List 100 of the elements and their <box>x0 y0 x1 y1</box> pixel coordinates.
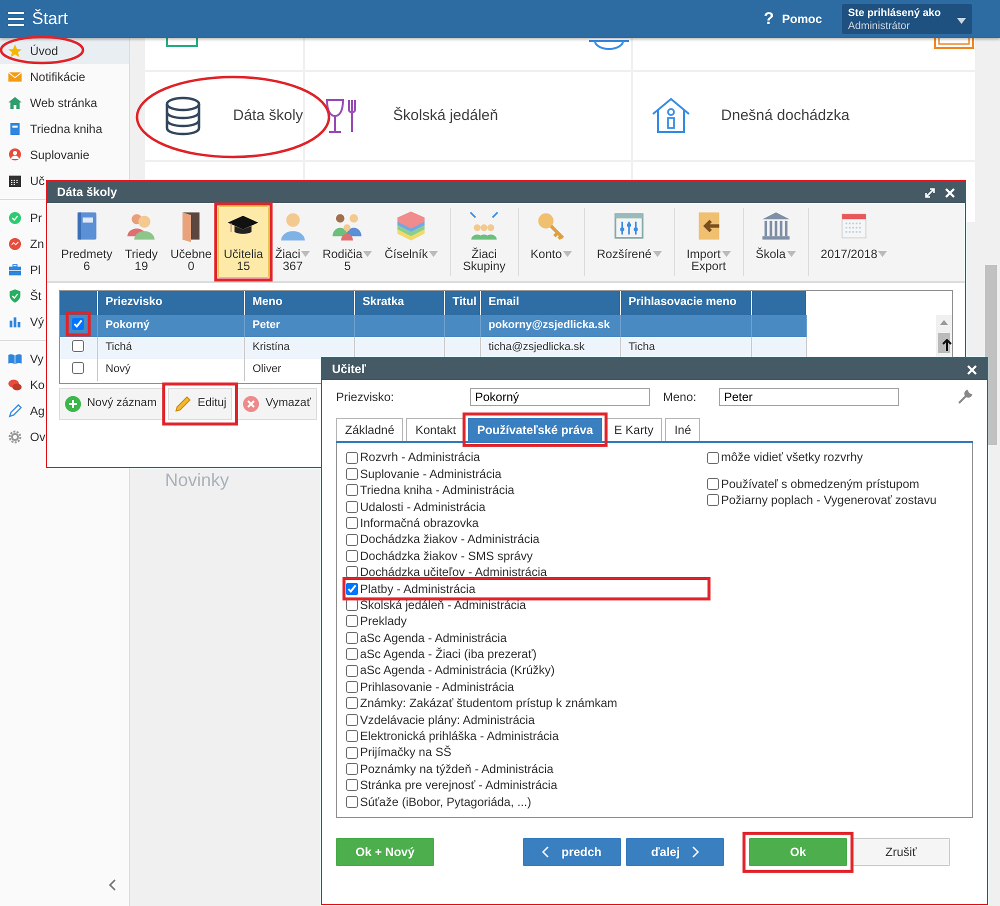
table-cell: Kristína <box>244 337 354 359</box>
toolbar-button[interactable]: Vymazať <box>237 388 317 420</box>
checkbox[interactable] <box>707 452 719 464</box>
sidebar-item[interactable]: Vy <box>0 346 44 372</box>
toolbar-button[interactable]: Rodičia 5 <box>316 206 378 278</box>
checkbox[interactable] <box>346 664 358 677</box>
checkbox[interactable] <box>346 599 358 612</box>
sidebar-item[interactable]: Zn <box>0 231 44 257</box>
toolbar-button[interactable]: Edituj <box>168 388 232 420</box>
text-field[interactable]: Peter <box>719 388 899 406</box>
checkbox[interactable] <box>346 730 358 742</box>
row-checkbox[interactable] <box>72 318 84 330</box>
checkbox[interactable] <box>346 648 358 660</box>
sidebar-item[interactable]: Ov <box>0 424 46 450</box>
toolbar-button[interactable]: Číselník <box>378 206 444 278</box>
checkbox[interactable] <box>346 615 358 628</box>
app-title: Štart <box>32 8 68 30</box>
module-tile[interactable]: Dnešná dochádzka <box>633 72 976 160</box>
toolbar-button[interactable]: 2017/2018 <box>814 206 894 278</box>
dialog-button[interactable]: Zrušiť <box>852 838 950 866</box>
close-icon <box>945 188 955 198</box>
checkbox[interactable] <box>346 582 358 595</box>
checkbox[interactable] <box>346 779 358 792</box>
checkbox[interactable] <box>346 697 358 710</box>
table-cell: Nový <box>97 359 244 381</box>
sidebar-item[interactable]: Ag <box>0 398 45 424</box>
house-person-icon <box>651 96 692 136</box>
toolbar-button[interactable]: Učitelia 15 <box>218 206 270 278</box>
dialog-button[interactable]: ďalej <box>626 838 724 866</box>
tab[interactable]: Používateľské práva <box>468 418 602 442</box>
sidebar-item[interactable]: Suplovanie <box>0 142 90 168</box>
briefcase-icon <box>7 262 23 278</box>
checkbox[interactable] <box>346 714 358 726</box>
checkbox[interactable] <box>346 484 358 496</box>
checkbox[interactable] <box>707 478 719 490</box>
checkbox[interactable] <box>346 517 358 530</box>
tab[interactable]: Kontakt <box>406 418 466 442</box>
sidebar-item[interactable]: Vý <box>0 309 44 335</box>
sidebar-item[interactable]: Št <box>0 283 42 309</box>
toolbar-button[interactable]: Škola <box>750 206 802 278</box>
checkbox[interactable] <box>707 494 719 506</box>
help-icon[interactable]: ? <box>764 8 774 30</box>
toolbar-button[interactable]: Nový záznam <box>59 388 163 420</box>
toolbar-button[interactable]: Žiaci Skupiny <box>456 206 512 278</box>
column-header[interactable]: Priezvisko <box>97 291 244 315</box>
checkbox[interactable] <box>346 763 358 775</box>
checkbox[interactable] <box>346 500 358 513</box>
toolbar-button[interactable]: Konto <box>524 206 578 278</box>
checkbox-label: Stránka pre verejnosť - Administrácia <box>360 778 558 793</box>
checkbox[interactable] <box>346 632 358 644</box>
column-header[interactable]: Meno <box>244 291 354 315</box>
bell-icon <box>587 38 632 50</box>
user-menu[interactable]: Ste prihlásený ako Administrátor <box>842 4 972 34</box>
tab[interactable]: Iné <box>665 418 700 442</box>
checkbox[interactable] <box>346 566 358 578</box>
module-tile[interactable]: Školská jedáleň <box>305 72 632 160</box>
checkbox[interactable] <box>346 746 358 759</box>
sidebar-item[interactable]: Uč <box>0 168 45 194</box>
column-header[interactable]: Skratka <box>354 291 444 315</box>
checkbox-label: Elektronická prihláška - Administrácia <box>360 729 559 744</box>
checkbox-label: Platby - Administrácia <box>360 582 476 596</box>
sidebar-item[interactable]: Pr <box>0 205 42 231</box>
tab[interactable]: Základné <box>336 418 404 442</box>
column-header[interactable]: Email <box>480 291 620 315</box>
checkbox-label: Súťaže (iBobor, Pytagoriáda, ...) <box>360 794 532 809</box>
checkbox[interactable] <box>346 534 358 546</box>
calendar-icon <box>7 173 23 189</box>
checkbox[interactable] <box>346 796 358 808</box>
field-label: Priezvisko: <box>336 390 396 404</box>
row-checkbox[interactable] <box>72 340 84 352</box>
checkbox[interactable] <box>346 452 358 464</box>
toolbar-button[interactable]: Rozšírené <box>590 206 668 278</box>
checkbox-label: Dochádzka učiteľov - Administrácia <box>360 565 547 580</box>
checkbox-label: aSc Agenda - Žiaci (iba prezerať) <box>360 647 537 662</box>
checkbox-label: Školská jedáleň - Administrácia <box>360 598 526 612</box>
row-checkbox[interactable] <box>72 362 84 374</box>
sidebar-item[interactable]: Triedna kniha <box>0 116 102 142</box>
sidebar-item[interactable]: Notifikácie <box>0 64 86 90</box>
dialog-button[interactable]: predch <box>523 838 621 866</box>
sidebar-item[interactable]: Ko <box>0 372 45 398</box>
frame-icon <box>933 38 976 50</box>
checkbox[interactable] <box>346 681 358 694</box>
toolbar-button[interactable]: Import Export <box>680 206 737 278</box>
help-link[interactable]: Pomoc <box>782 12 822 26</box>
toolbar-button[interactable]: Triedy 19 <box>118 206 164 278</box>
table-cell: Pokorný <box>97 315 244 337</box>
toolbar-button[interactable]: Učebne 0 <box>164 206 218 278</box>
checkbox[interactable] <box>346 468 358 480</box>
toolbar-button[interactable]: Žiaci 367 <box>269 206 316 278</box>
module-tile[interactable]: Dáta školy <box>145 72 304 160</box>
column-header[interactable]: Titul <box>444 291 480 315</box>
text-field[interactable]: Pokorný <box>470 388 650 406</box>
checkbox-label: Udalosti - Administrácia <box>360 500 486 514</box>
checkbox[interactable] <box>346 550 358 562</box>
toolbar-button[interactable]: Predmety 6 <box>55 206 118 278</box>
tab[interactable]: E Karty <box>605 418 662 442</box>
sidebar-item[interactable]: Web stránka <box>0 90 98 116</box>
database-icon <box>163 96 203 136</box>
column-header[interactable]: Prihlasovacie meno <box>620 291 751 315</box>
sidebar-item[interactable]: Pl <box>0 257 41 283</box>
